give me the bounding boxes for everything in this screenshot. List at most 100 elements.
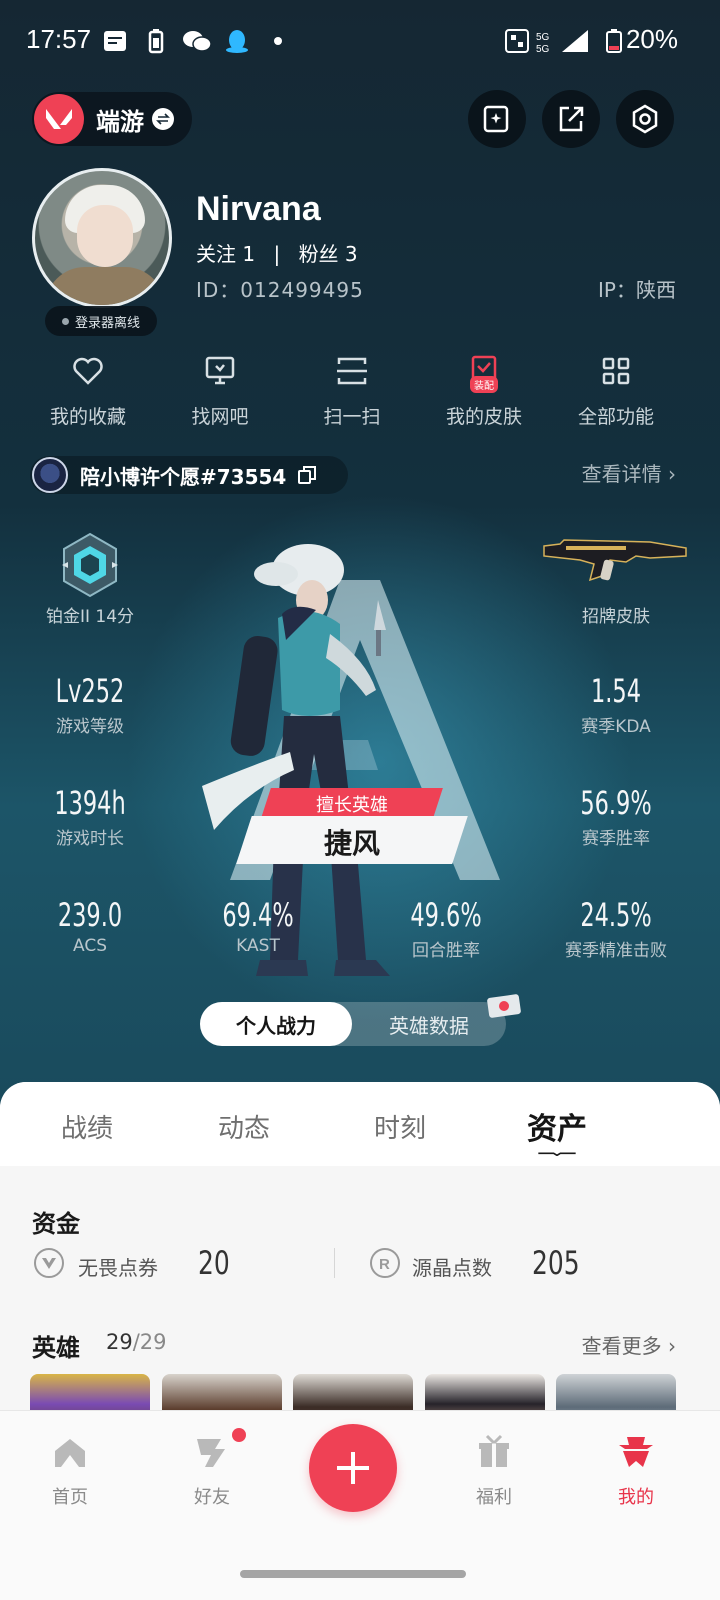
- home-indicator[interactable]: [240, 1570, 466, 1578]
- friends-icon: [197, 1439, 225, 1467]
- stat-label: 赛季胜率: [582, 829, 650, 849]
- chevron-right-icon: ›: [668, 1334, 676, 1358]
- stat-value: Lv252: [55, 672, 125, 710]
- create-post-button[interactable]: [309, 1424, 397, 1512]
- heroes-more-label: 查看更多: [581, 1334, 662, 1358]
- stat-label: 赛季精准击败: [565, 941, 667, 961]
- radianite-points-value: 205: [532, 1244, 580, 1282]
- edit-card-button[interactable]: [468, 90, 526, 148]
- launcher-status-text: 登录器离线: [74, 315, 140, 331]
- follow-count[interactable]: 1: [242, 242, 255, 266]
- qq-icon: [226, 30, 248, 53]
- user-id: ID：012499495: [196, 278, 364, 302]
- share-icon: [559, 106, 584, 132]
- best-agent-name[interactable]: 捷风: [244, 822, 460, 862]
- nav-label: 福利: [476, 1487, 512, 1508]
- nav-friends[interactable]: 好友: [162, 1433, 262, 1509]
- fans-label[interactable]: 粉丝: [299, 242, 339, 266]
- status-bar: 17:57 5G 5G 20%: [0, 0, 720, 80]
- stat-label: 回合胜率: [412, 941, 480, 961]
- shortcut-find-netcafe[interactable]: 找网吧: [160, 354, 280, 429]
- valorant-points-value: 20: [198, 1244, 230, 1282]
- chevron-right-icon: ›: [668, 462, 676, 486]
- tab-moments[interactable]: 时刻: [340, 1108, 460, 1145]
- shortcut-label: 扫一扫: [323, 406, 381, 428]
- valorant-logo-icon: [34, 94, 84, 144]
- stat-label: ACS: [73, 936, 107, 956]
- nav-label: 好友: [194, 1487, 230, 1508]
- card-deco-icon: [487, 994, 521, 1018]
- gift-icon: [479, 1434, 509, 1467]
- gear-icon: [632, 104, 658, 134]
- heroes-total: /29: [132, 1330, 167, 1354]
- nav-home[interactable]: 首页: [20, 1433, 120, 1509]
- swap-icon: [152, 108, 174, 130]
- toggle-personal-power[interactable]: 个人战力: [200, 1002, 352, 1046]
- stat-value: 239.0: [57, 896, 123, 934]
- game-mode-switcher[interactable]: 端游: [32, 92, 192, 146]
- friends-notification-dot: [232, 1428, 246, 1442]
- stat-round-winrate: 49.6% 回合胜率: [366, 896, 526, 961]
- funds-divider: [334, 1248, 335, 1278]
- tab-feed[interactable]: 动态: [184, 1108, 304, 1145]
- launcher-status-badge: 登录器离线: [45, 306, 157, 336]
- wish-text: 陪小博许个愿#73554: [80, 464, 287, 489]
- grid-icon: [602, 357, 630, 385]
- more-notifications-icon: [274, 37, 282, 45]
- shortcut-label: 我的皮肤: [445, 406, 522, 428]
- valorant-points-icon: [34, 1248, 64, 1278]
- stats-view-toggle: 个人战力 英雄数据: [200, 1002, 506, 1046]
- heroes-count: 29/29: [106, 1330, 167, 1354]
- settings-button[interactable]: [616, 90, 674, 148]
- fans-count[interactable]: 3: [345, 242, 358, 266]
- toggle-hero-data[interactable]: 英雄数据: [352, 1002, 506, 1046]
- avatar[interactable]: [32, 168, 172, 308]
- battery-percent: 20%: [625, 24, 678, 54]
- view-detail-link[interactable]: 查看详情 ›: [582, 458, 676, 487]
- follow-label[interactable]: 关注: [196, 242, 236, 266]
- game-mode-label: 端游: [96, 107, 144, 136]
- battery-notification-icon: [148, 29, 164, 54]
- svg-text:R: R: [379, 1256, 390, 1273]
- user-ip-location: IP：陕西: [598, 278, 676, 302]
- stat-label: KAST: [236, 936, 280, 956]
- view-detail-label: 查看详情: [581, 462, 662, 486]
- shortcut-my-skins[interactable]: 装配 我的皮肤: [424, 354, 544, 429]
- shortcut-favorites[interactable]: 我的收藏: [28, 354, 148, 429]
- wechat-icon: [183, 31, 212, 52]
- rank-label: 铂金II 14分: [45, 607, 135, 627]
- funds-title: 资金: [32, 1210, 80, 1238]
- signature-skin-label: 招牌皮肤: [582, 607, 650, 627]
- heroes-title: 英雄: [32, 1334, 80, 1362]
- shortcut-scan[interactable]: 扫一扫: [292, 354, 412, 429]
- platinum-rank-icon: [62, 532, 118, 598]
- plus-icon: [337, 1452, 369, 1484]
- heroes-more-link[interactable]: 查看更多 ›: [582, 1330, 676, 1359]
- copy-icon[interactable]: [296, 464, 318, 486]
- message-notification-icon: [104, 31, 126, 51]
- valorant-points-label: 无畏点券: [78, 1256, 158, 1280]
- nav-label: 首页: [52, 1487, 88, 1508]
- stat-value: 69.4%: [222, 896, 294, 934]
- shortcut-all-functions[interactable]: 全部功能: [556, 354, 676, 429]
- nav-welfare[interactable]: 福利: [444, 1433, 544, 1509]
- heroes-owned: 29: [106, 1330, 133, 1354]
- stat-label: 赛季KDA: [581, 717, 651, 737]
- signal-icon: 5G 5G: [505, 29, 588, 54]
- tab-record[interactable]: 战绩: [27, 1108, 147, 1145]
- wish-avatar: [32, 457, 68, 493]
- monitor-icon: [205, 356, 235, 385]
- edit-card-icon: [483, 105, 509, 133]
- tab-assets[interactable]: 资产: [497, 1104, 617, 1148]
- stat-value: 49.6%: [410, 896, 482, 934]
- shortcut-label: 我的收藏: [49, 406, 126, 428]
- wish-banner[interactable]: 陪小博许个愿#73554: [30, 456, 348, 494]
- nav-profile[interactable]: 我的: [586, 1433, 686, 1509]
- profile-icon: [619, 1437, 653, 1467]
- stat-precise-kill: 24.5% 赛季精准击败: [536, 896, 696, 961]
- shortcut-label: 找网吧: [191, 406, 249, 428]
- stat-season-winrate: 56.9% 赛季胜率: [536, 784, 696, 849]
- svg-text:5G: 5G: [536, 32, 550, 43]
- share-button[interactable]: [542, 90, 600, 148]
- profile-tabs: 战绩 动态 时刻 资产: [0, 1082, 720, 1166]
